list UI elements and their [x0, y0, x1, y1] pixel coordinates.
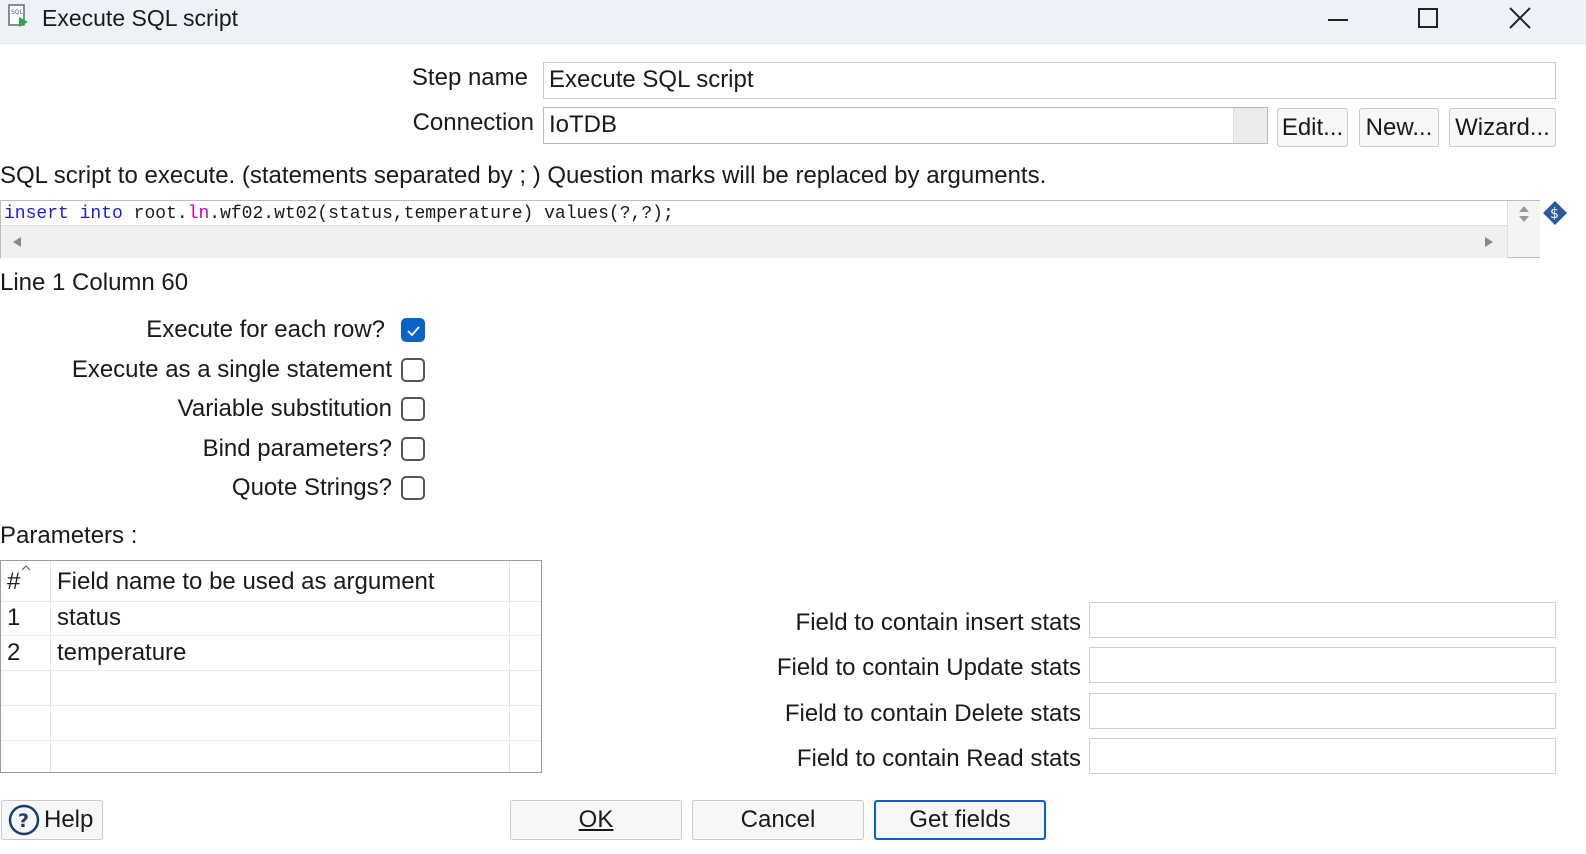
- cancel-button[interactable]: Cancel: [692, 800, 864, 840]
- get-fields-button[interactable]: Get fields: [874, 800, 1046, 840]
- sql-token: ln: [187, 204, 210, 224]
- scroll-up-down-icon[interactable]: [1518, 205, 1530, 225]
- help-icon: ?: [8, 804, 40, 836]
- sql-keyword: into: [79, 204, 123, 224]
- help-button-label: Help: [44, 806, 94, 833]
- wizard-button-label: Wizard...: [1455, 113, 1550, 141]
- empty-row[interactable]: [1, 706, 541, 741]
- connection-value: IoTDB: [549, 111, 618, 138]
- option-label: Bind parameters?: [202, 435, 392, 462]
- option-label: Execute for each row?: [146, 316, 385, 343]
- option-label: Variable substitution: [177, 395, 392, 422]
- row-number: 1: [7, 604, 21, 631]
- insert-stats-input[interactable]: [1089, 602, 1556, 638]
- table-row[interactable]: 2 temperature: [1, 636, 541, 671]
- sql-text: root.: [122, 204, 188, 224]
- new-button-label: New...: [1365, 113, 1433, 141]
- update-stats-label: Field to contain Update stats: [776, 654, 1081, 681]
- table-header: # Field name to be used as argument: [1, 563, 541, 602]
- svg-text:SQL: SQL: [11, 9, 24, 16]
- execute-each-row-checkbox[interactable]: [401, 318, 425, 342]
- scroll-left-icon[interactable]: [11, 235, 23, 249]
- vertical-scrollbar[interactable]: [1507, 201, 1540, 257]
- minimize-icon: [1328, 19, 1348, 21]
- ok-button-label: OK: [578, 806, 614, 833]
- checkmark-icon: [407, 326, 420, 337]
- dropdown-arrow-icon[interactable]: [1233, 108, 1267, 143]
- connection-label: Connection: [412, 109, 534, 136]
- row-field[interactable]: status: [57, 601, 121, 635]
- close-button[interactable]: [1488, 0, 1552, 36]
- minimize-button[interactable]: [1306, 0, 1370, 36]
- column-header-number[interactable]: #: [7, 563, 20, 601]
- step-name-label: Step name: [411, 64, 528, 91]
- parameters-label: Parameters :: [0, 522, 138, 549]
- get-fields-button-label: Get fields: [909, 806, 1011, 833]
- empty-row[interactable]: [1, 671, 541, 706]
- read-stats-input[interactable]: [1089, 738, 1556, 774]
- help-button[interactable]: ? Help: [1, 800, 103, 840]
- column-header-field[interactable]: Field name to be used as argument: [57, 563, 435, 601]
- bind-parameters-checkbox[interactable]: [401, 437, 425, 461]
- sql-script-text: insert into root.ln.wf02.wt02(status,tem…: [4, 203, 674, 225]
- row-field[interactable]: temperature: [57, 636, 186, 670]
- edit-button-label: Edit...: [1281, 113, 1344, 141]
- step-name-input[interactable]: Execute SQL script: [543, 62, 1556, 99]
- sql-text: .wf02.wt02(status,temperature) values(?,…: [209, 204, 674, 224]
- row-number: 2: [7, 639, 21, 666]
- quote-strings-checkbox[interactable]: [401, 476, 425, 500]
- scroll-right-icon[interactable]: [1483, 235, 1495, 249]
- single-statement-checkbox[interactable]: [401, 358, 425, 382]
- wizard-button[interactable]: Wizard...: [1449, 108, 1556, 147]
- sql-script-editor[interactable]: insert into root.ln.wf02.wt02(status,tem…: [0, 200, 1540, 258]
- cancel-button-label: Cancel: [740, 806, 816, 833]
- parameters-table[interactable]: # Field name to be used as argument 1 st…: [0, 560, 542, 773]
- sort-ascending-icon: [21, 565, 31, 571]
- update-stats-input[interactable]: [1089, 647, 1556, 683]
- connection-select[interactable]: IoTDB: [543, 107, 1268, 144]
- sql-script-icon: SQL: [8, 4, 28, 27]
- ok-button[interactable]: OK: [510, 800, 682, 840]
- insert-stats-label: Field to contain insert stats: [795, 609, 1081, 636]
- delete-stats-input[interactable]: [1089, 693, 1556, 729]
- maximize-icon: [1418, 8, 1438, 28]
- sql-script-label: SQL script to execute. (statements separ…: [0, 162, 1047, 189]
- edit-button[interactable]: Edit...: [1277, 108, 1348, 147]
- new-button[interactable]: New...: [1359, 108, 1439, 147]
- close-icon: [1509, 7, 1531, 29]
- table-row[interactable]: 1 status: [1, 601, 541, 636]
- variable-substitution-checkbox[interactable]: [401, 397, 425, 421]
- svg-text:?: ?: [18, 810, 29, 832]
- delete-stats-label: Field to contain Delete stats: [784, 700, 1081, 727]
- option-label: Quote Strings?: [231, 474, 392, 501]
- svg-text:$: $: [1550, 206, 1559, 222]
- sql-keyword: insert: [4, 204, 69, 224]
- empty-row[interactable]: [1, 741, 541, 772]
- horizontal-scrollbar[interactable]: [1, 225, 1507, 258]
- window-title: Execute SQL script: [42, 5, 239, 31]
- cursor-position: Line 1 Column 60: [0, 269, 189, 296]
- option-label: Execute as a single statement: [71, 356, 392, 383]
- read-stats-label: Field to contain Read stats: [796, 745, 1081, 772]
- variable-icon[interactable]: $: [1542, 200, 1568, 226]
- maximize-button[interactable]: [1396, 0, 1460, 36]
